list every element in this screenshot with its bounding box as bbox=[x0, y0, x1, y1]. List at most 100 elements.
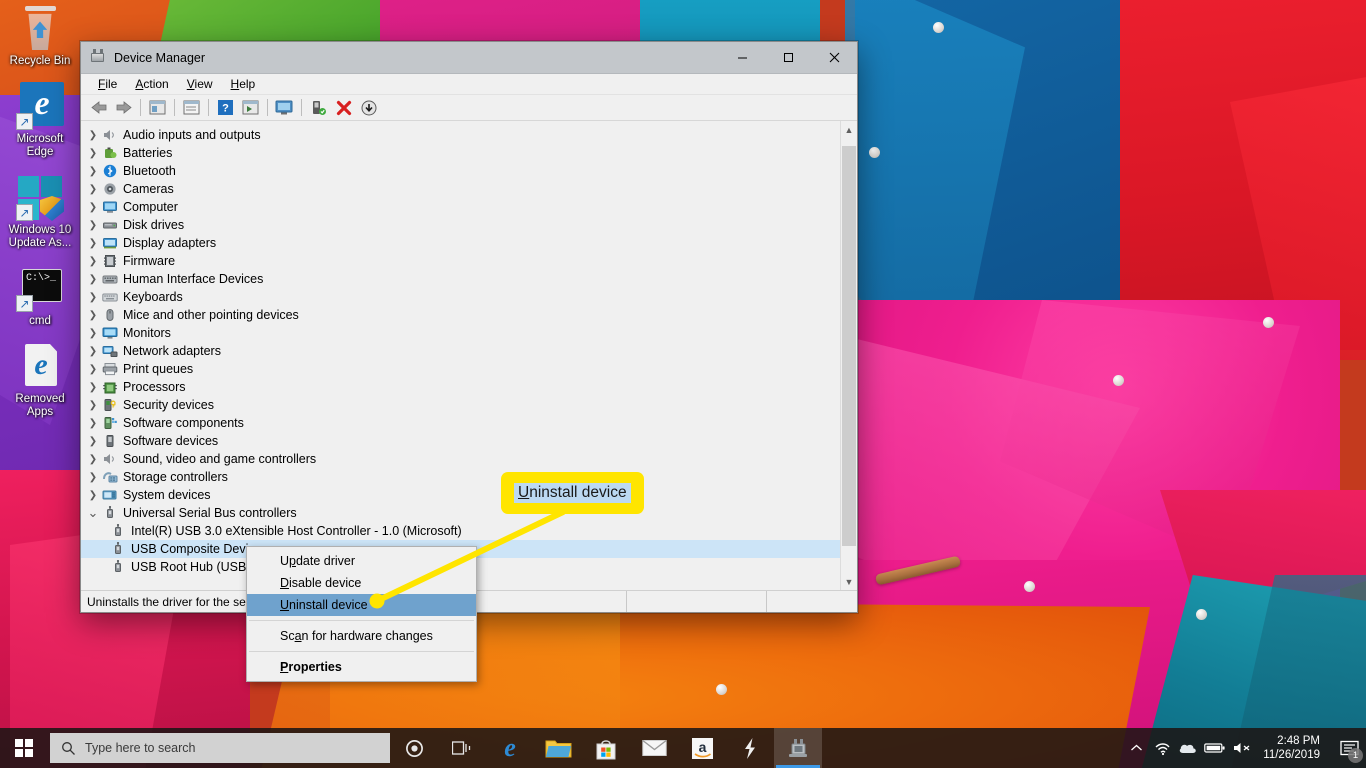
chevron-right-icon[interactable]: ❯ bbox=[85, 379, 101, 395]
tree-item[interactable]: ❯ Human Interface Devices bbox=[81, 270, 840, 288]
chevron-right-icon[interactable]: ❯ bbox=[85, 343, 101, 359]
chevron-right-icon[interactable]: ❯ bbox=[85, 127, 101, 143]
taskbar-file-explorer[interactable] bbox=[534, 728, 582, 768]
window-titlebar[interactable]: Device Manager bbox=[81, 42, 857, 74]
tree-item[interactable]: ⌄ Universal Serial Bus controllers bbox=[81, 504, 840, 522]
chevron-right-icon[interactable]: ❯ bbox=[85, 235, 101, 251]
chevron-right-icon[interactable]: ❯ bbox=[85, 253, 101, 269]
chevron-right-icon[interactable]: ❯ bbox=[85, 397, 101, 413]
context-menu-item[interactable]: Scan for hardware changes bbox=[247, 625, 476, 647]
chevron-right-icon[interactable]: ❯ bbox=[85, 451, 101, 467]
tree-item[interactable]: ❯ System devices bbox=[81, 486, 840, 504]
chevron-up-icon[interactable] bbox=[1123, 728, 1149, 768]
tree-item[interactable]: ❯ Keyboards bbox=[81, 288, 840, 306]
close-button[interactable] bbox=[811, 42, 857, 73]
menu-action[interactable]: Action bbox=[126, 75, 177, 93]
tree-item[interactable]: ❯ Display adapters bbox=[81, 234, 840, 252]
cloud-icon[interactable] bbox=[1175, 728, 1201, 768]
tree-item[interactable]: ❯ Firmware bbox=[81, 252, 840, 270]
start-button[interactable] bbox=[0, 728, 48, 768]
tree-item[interactable]: ❯ Sound, video and game controllers bbox=[81, 450, 840, 468]
chevron-right-icon[interactable]: ❯ bbox=[85, 145, 101, 161]
chevron-right-icon[interactable]: ❯ bbox=[85, 361, 101, 377]
maximize-button[interactable] bbox=[765, 42, 811, 73]
taskbar-device-manager[interactable] bbox=[774, 728, 822, 768]
tree-item[interactable]: ❯ Processors bbox=[81, 378, 840, 396]
tree-item[interactable]: ❯ Bluetooth bbox=[81, 162, 840, 180]
minimize-button[interactable] bbox=[719, 42, 765, 73]
tree-scrollbar[interactable]: ▲ ▼ bbox=[840, 121, 857, 590]
chevron-right-icon[interactable]: ❯ bbox=[85, 325, 101, 341]
disable-device-button[interactable] bbox=[356, 96, 381, 119]
cortana-button[interactable] bbox=[390, 728, 438, 768]
tree-item[interactable]: ❯ Storage controllers bbox=[81, 468, 840, 486]
show-hide-console-tree-button[interactable] bbox=[145, 96, 170, 119]
toolbar[interactable]: ? bbox=[81, 95, 857, 121]
search-input[interactable]: Type here to search bbox=[50, 733, 390, 763]
tree-item[interactable]: ❯ Audio inputs and outputs bbox=[81, 126, 840, 144]
properties-button[interactable] bbox=[179, 96, 204, 119]
chevron-right-icon[interactable]: ❯ bbox=[85, 181, 101, 197]
tree-item[interactable]: ❯ Disk drives bbox=[81, 216, 840, 234]
menu-bar[interactable]: FFileile Action View Help bbox=[81, 74, 857, 95]
tree-item[interactable]: ❯ Mice and other pointing devices bbox=[81, 306, 840, 324]
speaker-muted-icon[interactable] bbox=[1229, 728, 1255, 768]
menu-help[interactable]: Help bbox=[222, 75, 265, 93]
chevron-right-icon[interactable]: ❯ bbox=[85, 289, 101, 305]
scroll-down-button[interactable]: ▼ bbox=[841, 573, 857, 590]
desktop-icon-windows-update-assistant[interactable]: ↗ Windows 10 Update As... bbox=[2, 173, 78, 250]
menu-view[interactable]: View bbox=[178, 75, 222, 93]
task-view-button[interactable] bbox=[438, 728, 486, 768]
chevron-right-icon[interactable]: ❯ bbox=[85, 199, 101, 215]
chevron-right-icon[interactable]: ❯ bbox=[85, 469, 101, 485]
action-center-button[interactable]: 1 bbox=[1332, 728, 1366, 768]
update-driver-button[interactable] bbox=[306, 96, 331, 119]
back-button[interactable] bbox=[86, 96, 111, 119]
system-tray[interactable]: 2:48 PM 11/26/2019 1 bbox=[1123, 728, 1366, 768]
taskbar[interactable]: Type here to search e a 2:48 PM 11/26/20… bbox=[0, 728, 1366, 768]
tree-item[interactable]: ❯ Computer bbox=[81, 198, 840, 216]
tree-item[interactable]: ❯ Cameras bbox=[81, 180, 840, 198]
chevron-right-icon[interactable]: ❯ bbox=[85, 217, 101, 233]
chevron-right-icon[interactable]: ❯ bbox=[85, 307, 101, 323]
context-menu-item[interactable]: Properties bbox=[247, 656, 476, 678]
taskbar-microsoft-store[interactable] bbox=[582, 728, 630, 768]
device-tree-area[interactable]: ❯ Audio inputs and outputs ❯ Batteries ❯ Blue… bbox=[81, 121, 857, 590]
taskbar-edge[interactable]: e bbox=[486, 728, 534, 768]
taskbar-clock[interactable]: 2:48 PM 11/26/2019 bbox=[1255, 728, 1332, 768]
tree-item[interactable]: ❯ Batteries bbox=[81, 144, 840, 162]
context-menu-item[interactable]: Disable device bbox=[247, 572, 476, 594]
forward-button[interactable] bbox=[111, 96, 136, 119]
taskbar-mail[interactable] bbox=[630, 728, 678, 768]
tree-item[interactable]: ❯ Software devices bbox=[81, 432, 840, 450]
desktop[interactable]: Recycle Bin e ↗ Microsoft Edge ↗ Windows… bbox=[0, 0, 1366, 768]
desktop-icon-removed-apps[interactable]: e Removed Apps bbox=[2, 342, 78, 419]
battery-icon[interactable] bbox=[1201, 728, 1229, 768]
device-tree[interactable]: ❯ Audio inputs and outputs ❯ Batteries ❯ Blue… bbox=[81, 121, 840, 590]
uninstall-device-button[interactable] bbox=[331, 96, 356, 119]
show-hide-action-pane-button[interactable] bbox=[238, 96, 263, 119]
menu-file[interactable]: FFileile bbox=[89, 75, 126, 93]
desktop-icon-microsoft-edge[interactable]: e ↗ Microsoft Edge bbox=[2, 82, 78, 159]
device-context-menu[interactable]: Update driver Disable device Uninstall dev… bbox=[246, 546, 477, 682]
taskbar-lightning[interactable] bbox=[726, 728, 774, 768]
desktop-icon-recycle-bin[interactable]: Recycle Bin bbox=[2, 4, 78, 68]
chevron-right-icon[interactable]: ❯ bbox=[85, 271, 101, 287]
help-button[interactable]: ? bbox=[213, 96, 238, 119]
desktop-icon-cmd[interactable]: C:\>_ ↗ cmd bbox=[2, 264, 78, 328]
tree-item[interactable]: ❯ Network adapters bbox=[81, 342, 840, 360]
chevron-down-icon[interactable]: ⌄ bbox=[85, 505, 101, 521]
tree-item[interactable]: ❯ Print queues bbox=[81, 360, 840, 378]
tree-item[interactable]: Intel(R) USB 3.0 eXtensible Host Control… bbox=[81, 522, 840, 540]
tree-item[interactable]: ❯ Monitors bbox=[81, 324, 840, 342]
device-manager-window[interactable]: Device Manager FFileile Action View Help bbox=[80, 41, 858, 613]
context-menu-item[interactable]: Uninstall device bbox=[247, 594, 476, 616]
scroll-up-button[interactable]: ▲ bbox=[841, 121, 857, 138]
context-menu-item[interactable]: Update driver bbox=[247, 550, 476, 572]
taskbar-amazon[interactable]: a bbox=[678, 728, 726, 768]
chevron-right-icon[interactable]: ❯ bbox=[85, 487, 101, 503]
chevron-right-icon[interactable]: ❯ bbox=[85, 433, 101, 449]
tree-item[interactable]: ❯ Security devices bbox=[81, 396, 840, 414]
wifi-icon[interactable] bbox=[1149, 728, 1175, 768]
tree-item[interactable]: ❯ Software components bbox=[81, 414, 840, 432]
